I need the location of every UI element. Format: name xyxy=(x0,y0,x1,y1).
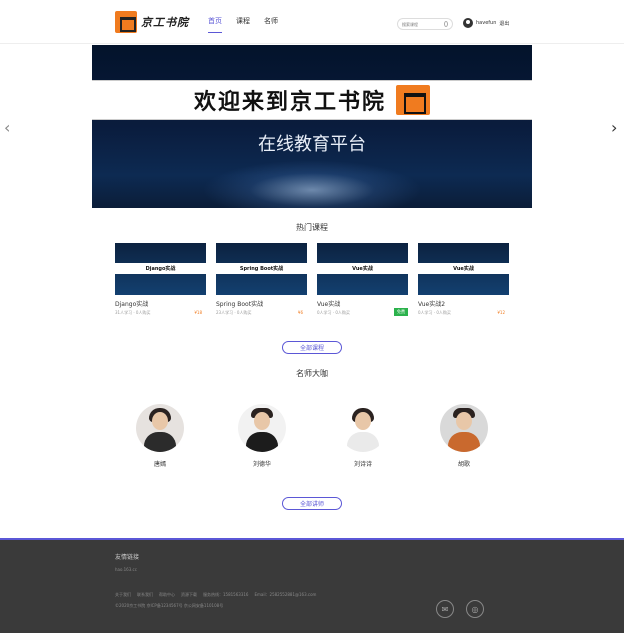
course-thumb-title: Vue实战 xyxy=(418,263,509,274)
course-price: ¥18 xyxy=(194,310,202,315)
friend-link[interactable]: hao.163.cc xyxy=(115,567,137,572)
course-card[interactable]: Spring Boot实战 Spring Boot实战 23人学习 · 0人购买… xyxy=(216,243,307,316)
course-card[interactable]: Django实战 Django实战 31人学习 · 0人购买 ¥18 xyxy=(115,243,206,316)
course-thumbnail[interactable]: Spring Boot实战 xyxy=(216,243,307,295)
hero-banner[interactable]: 欢迎来到京工书院 在线教育平台 xyxy=(92,45,532,208)
footer-copyright: ©2020京工书院 京ICP备1234567号 京公网安备110108号 xyxy=(115,603,224,608)
course-thumbnail[interactable]: Vue实战 xyxy=(317,243,408,295)
free-badge: 免费 xyxy=(394,308,408,316)
body-shape xyxy=(347,432,379,452)
face-shape xyxy=(254,412,270,430)
banner-title: 欢迎来到京工书院 xyxy=(193,89,386,115)
footer-email: Email：2582552881@163.com xyxy=(254,592,317,597)
carousel-next-icon[interactable]: › xyxy=(611,118,617,137)
course-meta: 31人学习 · 0人购买 xyxy=(115,310,151,315)
search-icon[interactable] xyxy=(444,21,448,27)
course-name[interactable]: Django实战 xyxy=(115,299,206,308)
site-footer: 友情链接 hao.163.cc 关于我们 联系我们 帮助中心 资源下载 服务热线… xyxy=(0,538,624,633)
nav-home[interactable]: 首页 xyxy=(208,16,222,33)
teacher-name[interactable]: 刘德华 xyxy=(232,459,292,468)
course-thumbnail[interactable]: Django实战 xyxy=(115,243,206,295)
banner-glow xyxy=(202,160,422,208)
course-meta: 0人学习 · 0人购买 xyxy=(418,310,451,315)
footer-link-about[interactable]: 关于我们 xyxy=(115,592,131,598)
teacher-photo[interactable] xyxy=(339,404,387,452)
course-price: ¥12 xyxy=(497,310,505,315)
course-name[interactable]: Vue实战2 xyxy=(418,299,509,308)
body-shape xyxy=(144,432,176,452)
face-shape xyxy=(152,412,168,430)
user-avatar-icon[interactable] xyxy=(463,18,473,28)
course-name[interactable]: Spring Boot实战 xyxy=(216,299,307,308)
teacher-card[interactable]: 胡歌 xyxy=(434,404,494,468)
logout-link[interactable]: 退出 xyxy=(499,20,509,27)
wechat-icon[interactable]: ✉ xyxy=(436,600,454,618)
teacher-card[interactable]: 刘德华 xyxy=(232,404,292,468)
course-meta: 23人学习 · 0人购买 xyxy=(216,310,252,315)
footer-link-contact[interactable]: 联系我们 xyxy=(137,592,153,598)
search-box xyxy=(397,18,453,30)
nav-teachers[interactable]: 名师 xyxy=(264,16,278,33)
search-input[interactable] xyxy=(402,21,442,27)
weibo-icon[interactable]: ◎ xyxy=(466,600,484,618)
all-teachers-button[interactable]: 全部讲师 xyxy=(282,497,342,510)
body-shape xyxy=(448,432,480,452)
footer-link-help[interactable]: 帮助中心 xyxy=(159,592,175,598)
top-header: 京工书院 首页 课程 名师 havefun 退出 xyxy=(0,0,624,44)
face-shape xyxy=(355,412,371,430)
teacher-name[interactable]: 刘诗诗 xyxy=(333,459,393,468)
course-list: Django实战 Django实战 31人学习 · 0人购买 ¥18 Sprin… xyxy=(115,243,510,323)
footer-links: 关于我们 联系我们 帮助中心 资源下载 服务热线：1581563316 Emai… xyxy=(115,592,316,598)
teacher-name[interactable]: 唐嫣 xyxy=(130,459,190,468)
footer-hotline: 服务热线：1581563316 xyxy=(203,592,249,597)
course-thumbnail[interactable]: Vue实战 xyxy=(418,243,509,295)
banner-title-strip: 欢迎来到京工书院 xyxy=(92,80,532,120)
course-card[interactable]: Vue实战 Vue实战 0人学习 · 0人购买 免费 xyxy=(317,243,408,316)
teacher-photo[interactable] xyxy=(238,404,286,452)
banner-subtitle: 在线教育平台 xyxy=(258,134,366,155)
teacher-photo[interactable] xyxy=(136,404,184,452)
course-price: ¥6 xyxy=(297,310,303,315)
friend-links-title: 友情链接 xyxy=(115,554,140,561)
all-courses-button[interactable]: 全部课程 xyxy=(282,341,342,354)
main-nav: 首页 课程 名师 xyxy=(208,16,278,33)
teacher-card[interactable]: 刘诗诗 xyxy=(333,404,393,468)
logo-text: 京工书院 xyxy=(141,16,189,29)
nav-courses[interactable]: 课程 xyxy=(236,16,250,33)
teacher-photo[interactable] xyxy=(440,404,488,452)
logo-icon xyxy=(115,11,137,33)
site-logo[interactable]: 京工书院 xyxy=(115,10,190,34)
footer-link-download[interactable]: 资源下载 xyxy=(181,592,197,598)
course-thumb-title: Django实战 xyxy=(115,263,206,274)
teacher-list: 唐嫣 刘德华 刘诗诗 胡歌 xyxy=(0,404,624,474)
teacher-name[interactable]: 胡歌 xyxy=(434,459,494,468)
course-thumb-title: Spring Boot实战 xyxy=(216,263,307,274)
teachers-title: 名师大咖 xyxy=(296,369,328,378)
course-card[interactable]: Vue实战 Vue实战2 0人学习 · 0人购买 ¥12 xyxy=(418,243,509,316)
carousel-prev-icon[interactable]: ‹ xyxy=(4,118,10,137)
course-name[interactable]: Vue实战 xyxy=(317,299,408,308)
hot-courses-title: 热门课程 xyxy=(296,223,328,232)
face-shape xyxy=(456,412,472,430)
teacher-card[interactable]: 唐嫣 xyxy=(130,404,190,468)
banner-logo-icon xyxy=(396,85,430,115)
course-thumb-title: Vue实战 xyxy=(317,263,408,274)
body-shape xyxy=(246,432,278,452)
user-area: havefun 退出 xyxy=(463,18,509,28)
username[interactable]: havefun xyxy=(476,20,496,26)
